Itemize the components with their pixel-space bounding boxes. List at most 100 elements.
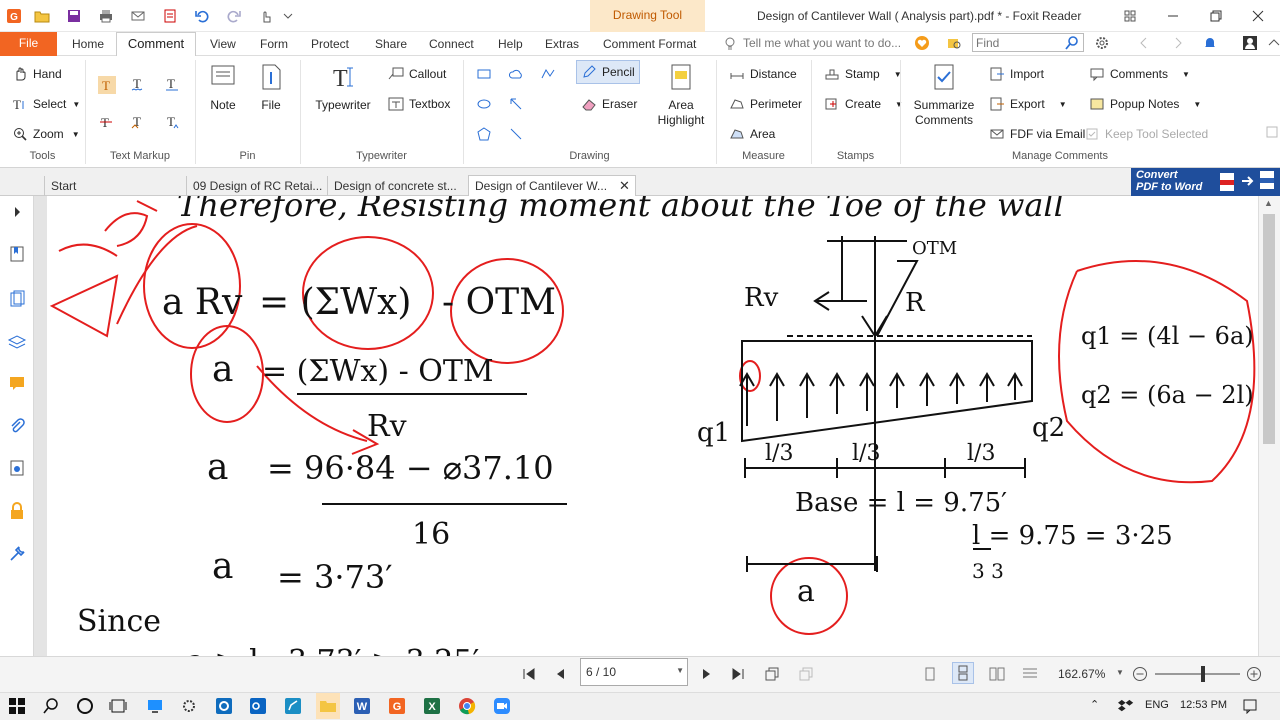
minimize-icon[interactable] bbox=[1165, 8, 1181, 24]
attachments-icon[interactable] bbox=[7, 416, 27, 436]
next-result-icon[interactable] bbox=[1170, 35, 1186, 51]
zoom-slider[interactable] bbox=[1155, 673, 1240, 675]
task-view-icon[interactable] bbox=[109, 697, 127, 715]
bookmarks-icon[interactable] bbox=[7, 244, 27, 264]
file-attachment-button[interactable]: File bbox=[254, 62, 288, 113]
arrow-tool[interactable] bbox=[508, 96, 529, 112]
popup-notes-button[interactable]: Popup Notes ▼ bbox=[1089, 96, 1201, 112]
tab-extras[interactable]: Extras bbox=[545, 37, 579, 51]
extract-page-icon[interactable] bbox=[798, 666, 814, 682]
pdf-page-view[interactable]: Therefore, Resisting moment about the To… bbox=[47, 196, 1258, 656]
line-tool[interactable] bbox=[508, 126, 529, 142]
doc-tab-start[interactable]: Start bbox=[44, 176, 182, 196]
cloud-tool[interactable] bbox=[508, 66, 529, 82]
tell-me-box[interactable]: Tell me what you want to do... bbox=[743, 36, 901, 50]
eraser-button[interactable]: Eraser bbox=[581, 96, 637, 112]
settings-app-icon[interactable] bbox=[180, 697, 198, 715]
convert-pdf-to-word-banner[interactable]: Convert PDF to Word bbox=[1131, 168, 1280, 196]
zoom-out-icon[interactable] bbox=[1132, 666, 1148, 682]
tab-comment[interactable]: Comment bbox=[116, 32, 196, 57]
undo-icon[interactable] bbox=[194, 8, 210, 24]
ribbon-scroll-icon[interactable] bbox=[1266, 126, 1278, 138]
foxit-taskbar-icon[interactable]: G bbox=[388, 697, 406, 715]
pages-thumbnail-icon[interactable] bbox=[7, 289, 27, 309]
layers-icon[interactable] bbox=[7, 332, 27, 352]
find-input[interactable] bbox=[973, 34, 1065, 51]
collapse-ribbon-icon[interactable] bbox=[1266, 35, 1280, 51]
chrome-icon[interactable] bbox=[458, 697, 476, 715]
typewriter-button[interactable]: T Typewriter bbox=[312, 62, 374, 113]
open-folder-icon[interactable] bbox=[34, 8, 50, 24]
facing-view-icon[interactable] bbox=[989, 666, 1005, 682]
cortana-icon[interactable] bbox=[76, 697, 94, 715]
polygon-tool[interactable] bbox=[476, 126, 497, 142]
perimeter-button[interactable]: Perimeter bbox=[729, 96, 802, 112]
tab-view[interactable]: View bbox=[210, 37, 236, 51]
export-button[interactable]: Export ▼ bbox=[989, 96, 1067, 112]
zoom-dropdown-icon[interactable]: ▼ bbox=[1116, 668, 1124, 677]
zoom-tool-button[interactable]: Zoom ▼ bbox=[12, 126, 80, 142]
underline-text-button[interactable]: T bbox=[164, 76, 185, 92]
area-button[interactable]: Area bbox=[729, 126, 775, 142]
tray-chevron-up-icon[interactable]: ⌃ bbox=[1090, 698, 1099, 711]
page-number-box[interactable]: ▼ bbox=[580, 658, 688, 686]
area-highlight-button[interactable]: Area Highlight bbox=[655, 62, 707, 128]
dropbox-tray-icon[interactable] bbox=[1118, 698, 1134, 714]
page-number-input[interactable] bbox=[581, 659, 671, 685]
continuous-view-icon[interactable] bbox=[952, 662, 974, 684]
continuous-facing-view-icon[interactable] bbox=[1022, 666, 1038, 682]
redo-icon[interactable] bbox=[226, 8, 242, 24]
keep-tool-selected-checkbox[interactable]: Keep Tool Selected bbox=[1084, 126, 1208, 142]
scrollbar-thumb[interactable] bbox=[1263, 214, 1275, 444]
qat-dropdown-icon[interactable] bbox=[280, 8, 296, 24]
highlight-text-button[interactable]: T bbox=[98, 76, 116, 94]
textbox-button[interactable]: Textbox bbox=[388, 96, 450, 112]
copy-page-icon[interactable] bbox=[764, 666, 780, 682]
tab-comment-format[interactable]: Comment Format bbox=[603, 37, 696, 51]
zoom-in-icon[interactable] bbox=[1246, 666, 1262, 682]
tools-wrench-icon[interactable] bbox=[7, 544, 27, 564]
desktop-app-icon[interactable] bbox=[146, 697, 164, 715]
zoom-level[interactable]: 162.67% bbox=[1058, 667, 1105, 681]
search-icon[interactable] bbox=[1064, 35, 1080, 51]
close-tab-icon[interactable]: ✕ bbox=[619, 176, 630, 196]
previous-page-icon[interactable] bbox=[553, 666, 569, 682]
oval-tool[interactable] bbox=[476, 96, 497, 112]
polyline-tool[interactable] bbox=[540, 66, 561, 82]
clock-time[interactable]: 12:53 PM bbox=[1180, 699, 1227, 711]
first-page-icon[interactable] bbox=[521, 666, 537, 682]
comments-button[interactable]: Comments ▼ bbox=[1089, 66, 1190, 82]
underline-squiggly-button[interactable]: T bbox=[130, 76, 151, 92]
doc-tab-rc-retaining[interactable]: 09 Design of RC Retai... bbox=[186, 176, 324, 196]
edge-browser-icon[interactable] bbox=[215, 697, 233, 715]
zoom-slider-thumb[interactable] bbox=[1201, 666, 1205, 682]
insert-text-button[interactable]: T bbox=[164, 114, 185, 130]
user-account-icon[interactable] bbox=[1242, 35, 1258, 51]
outlook-icon[interactable] bbox=[249, 697, 267, 715]
action-center-icon[interactable] bbox=[1242, 698, 1258, 715]
comments-panel-icon[interactable] bbox=[7, 373, 27, 393]
tab-help[interactable]: Help bbox=[498, 37, 523, 51]
restore-icon[interactable] bbox=[1208, 8, 1224, 24]
word-icon[interactable]: W bbox=[353, 697, 371, 715]
settings-gear-icon[interactable] bbox=[1094, 35, 1110, 51]
print-icon[interactable] bbox=[98, 8, 114, 24]
ribbon-display-icon[interactable] bbox=[1122, 8, 1138, 24]
import-button[interactable]: Import bbox=[989, 66, 1044, 82]
tab-share[interactable]: Share bbox=[375, 37, 407, 51]
find-box[interactable] bbox=[972, 33, 1084, 52]
pdf-create-icon[interactable] bbox=[162, 8, 178, 24]
email-icon[interactable] bbox=[130, 8, 146, 24]
notes-app-icon[interactable] bbox=[284, 697, 302, 715]
strikeout-button[interactable]: T bbox=[98, 114, 119, 130]
distance-button[interactable]: Distance bbox=[729, 66, 797, 82]
single-page-view-icon[interactable] bbox=[922, 666, 938, 682]
last-page-icon[interactable] bbox=[730, 666, 746, 682]
fdf-via-email-button[interactable]: FDF via Email bbox=[989, 126, 1085, 142]
save-icon[interactable] bbox=[66, 8, 82, 24]
note-button[interactable]: Note bbox=[205, 62, 241, 113]
close-icon[interactable] bbox=[1250, 8, 1266, 24]
previous-result-icon[interactable] bbox=[1136, 35, 1152, 51]
stamp-button[interactable]: Stamp ▼ bbox=[824, 66, 902, 82]
hand-pointer-icon[interactable] bbox=[258, 8, 274, 24]
